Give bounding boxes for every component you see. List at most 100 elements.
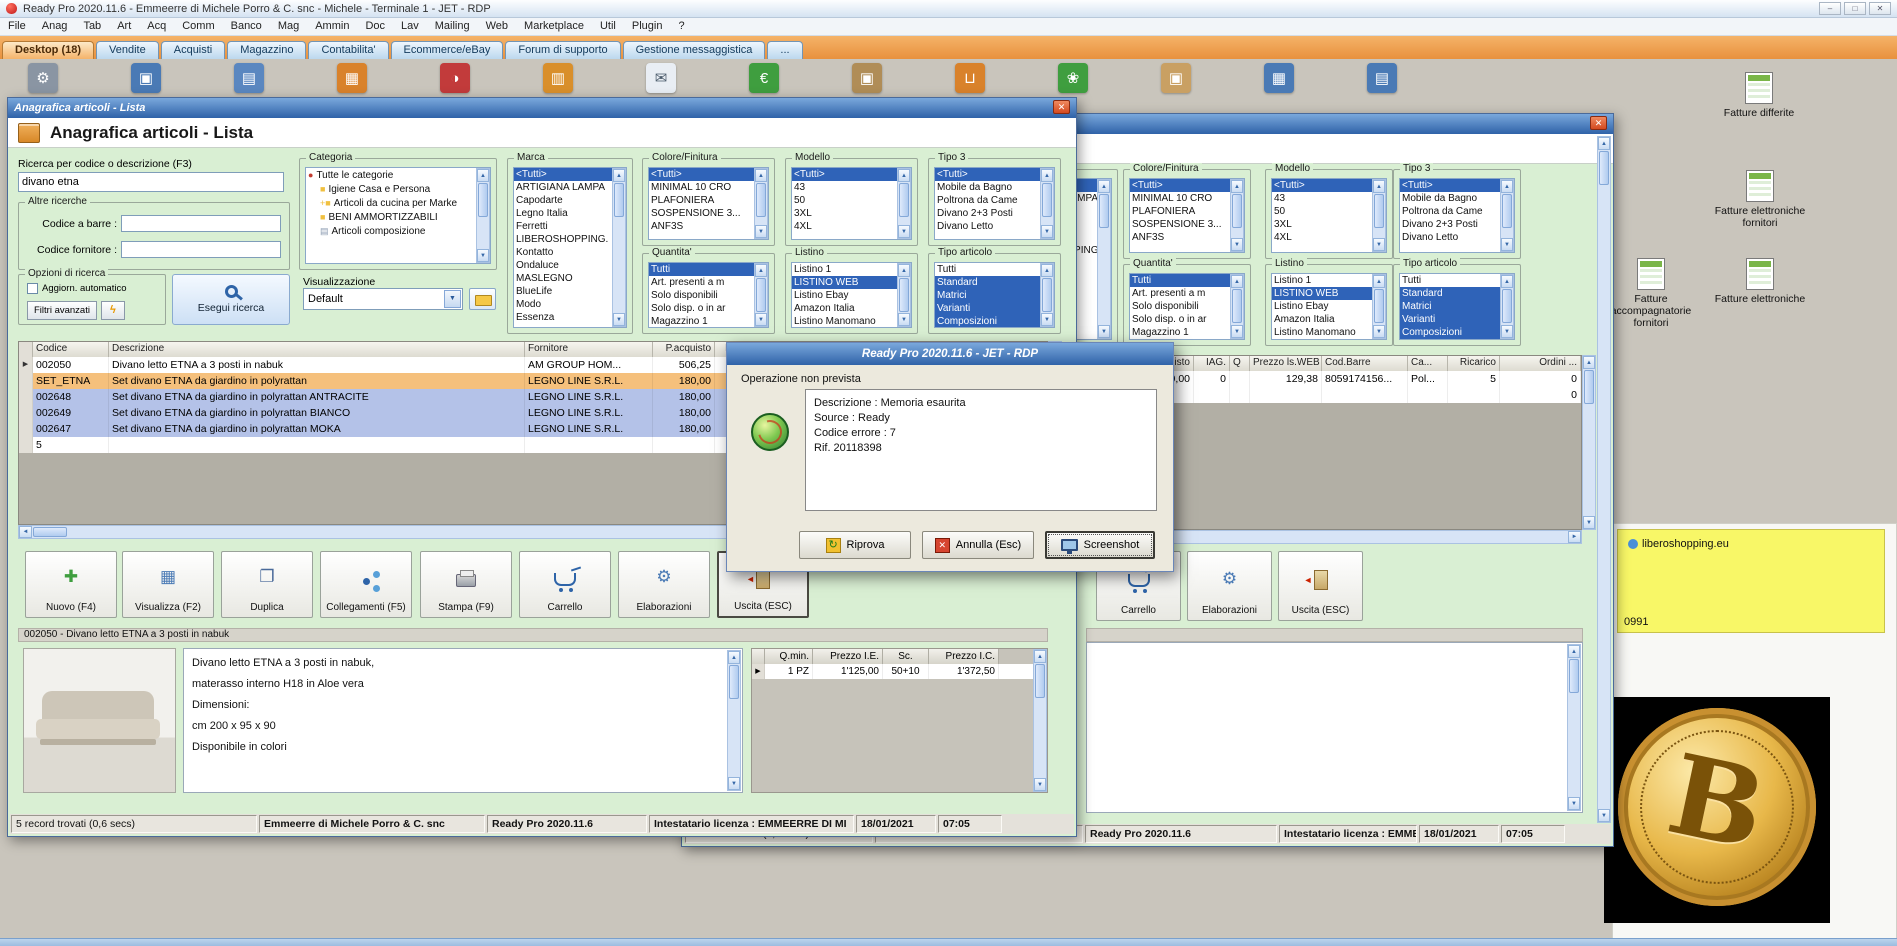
list-item[interactable]: Doc bbox=[357, 18, 393, 35]
marca-list[interactable]: <Tutti> ARTIGIANA LAMPA Capodarte Legno Ita… bbox=[513, 167, 627, 328]
list-item[interactable]: +■ Articoli da cucina per Marke bbox=[306, 196, 476, 210]
collegamenti-button[interactable]: Collegamenti (F5) bbox=[320, 551, 412, 618]
scroll-arrow-end[interactable]: ▼ bbox=[613, 313, 625, 326]
quantita-list[interactable]: Tutti Art. presenti a m Solo disponibili So… bbox=[1129, 273, 1245, 340]
list-item[interactable]: Listino Ebay bbox=[1272, 300, 1372, 313]
cart-icon[interactable]: ⊔ bbox=[955, 63, 985, 93]
list-item[interactable]: Listino Manomano bbox=[792, 315, 897, 327]
scroll-arrow-end[interactable]: ▼ bbox=[898, 225, 910, 238]
list-item[interactable]: Tab bbox=[75, 18, 109, 35]
list-item[interactable]: Standard bbox=[935, 276, 1040, 289]
list-item[interactable]: SOSPENSIONE 3... bbox=[649, 207, 754, 220]
elaborazioni-button[interactable]: ⚙ Elaborazioni bbox=[618, 551, 710, 618]
list-item[interactable]: Gestione messaggistica bbox=[622, 41, 766, 59]
tipo3-list[interactable]: <Tutti> Mobile da Bagno Poltrona da Came Di… bbox=[1399, 178, 1515, 253]
list-item[interactable]: Poltrona da Came bbox=[1400, 205, 1500, 218]
list-item[interactable]: PLAFONIERA bbox=[649, 194, 754, 207]
scrollbar[interactable]: ▲ ▼ bbox=[1230, 274, 1244, 339]
list-item[interactable]: Essenza bbox=[514, 311, 612, 324]
workstation-icon[interactable]: ▤ bbox=[234, 63, 264, 93]
list-item[interactable]: Varianti bbox=[1400, 313, 1500, 326]
supplier-code-input[interactable] bbox=[121, 241, 281, 258]
list-item[interactable]: <Tutti> bbox=[1272, 179, 1372, 192]
list-item[interactable]: Comm bbox=[174, 18, 222, 35]
scrollbar[interactable]: ▲ ▼ bbox=[1097, 179, 1111, 339]
tipo-articolo-list[interactable]: Tutti Standard Matrici Varianti Composizioni bbox=[934, 262, 1055, 328]
elaborazioni-button[interactable]: ⚙ Elaborazioni bbox=[1187, 551, 1272, 621]
list-item[interactable]: Composizioni bbox=[935, 315, 1040, 327]
scroll-track[interactable] bbox=[1231, 229, 1243, 238]
sticky-note[interactable]: liberoshopping.eu 0991 bbox=[1617, 529, 1885, 633]
list-item[interactable]: Vendite bbox=[96, 41, 159, 59]
scrollbar[interactable]: ▲ ▼ bbox=[612, 168, 626, 327]
list-item[interactable]: SOSPENSIONE 3... bbox=[1130, 218, 1230, 231]
mail-icon[interactable]: ✉ bbox=[646, 63, 676, 93]
scroll-thumb[interactable] bbox=[1232, 194, 1242, 228]
chevron-down-icon[interactable]: ▼ bbox=[444, 290, 461, 308]
list-item[interactable]: 43 bbox=[792, 181, 897, 194]
duplica-button[interactable]: ❐ Duplica bbox=[221, 551, 313, 618]
scroll-arrow-end[interactable]: ▼ bbox=[898, 313, 910, 326]
lightning-icon[interactable]: ϟ bbox=[100, 301, 125, 320]
list-item[interactable]: PLAFONIERA bbox=[1130, 205, 1230, 218]
settings-icon[interactable]: ⚙ bbox=[28, 63, 58, 93]
scroll-arrow-start[interactable]: ▲ bbox=[1373, 180, 1385, 193]
list-item[interactable]: Forum di supporto bbox=[505, 41, 621, 59]
list-item[interactable]: Ferretti bbox=[514, 220, 612, 233]
scroll-arrow-start[interactable]: ◄ bbox=[19, 526, 32, 538]
colore-list[interactable]: <Tutti> MINIMAL 10 CRO PLAFONIERA SOSPENSIO… bbox=[1129, 178, 1245, 253]
scroll-arrow-start[interactable]: ▲ bbox=[1373, 275, 1385, 288]
list-item[interactable]: Standard bbox=[1400, 287, 1500, 300]
scrollbar[interactable]: ▲ ▼ bbox=[727, 650, 741, 791]
list-item[interactable]: Tutti bbox=[1130, 274, 1230, 287]
filtri-avanzati-button[interactable]: Filtri avanzati bbox=[27, 301, 97, 320]
table-row[interactable]: ▶ 1 PZ 1'125,00 50+10 1'372,50 bbox=[752, 664, 1047, 679]
list-item[interactable]: ... bbox=[767, 41, 803, 59]
list-item[interactable]: ANF3S bbox=[1130, 231, 1230, 244]
list-item[interactable]: Banco bbox=[223, 18, 270, 35]
list-item[interactable]: Marketplace bbox=[516, 18, 592, 35]
scroll-arrow-end[interactable]: ▼ bbox=[1034, 778, 1046, 791]
scroll-arrow-start[interactable]: ▲ bbox=[1041, 264, 1053, 277]
list-item[interactable]: Matrici bbox=[1400, 300, 1500, 313]
list-item[interactable]: Lav bbox=[393, 18, 427, 35]
scrollbar[interactable]: ▲ ▼ bbox=[754, 263, 768, 327]
scrollbar[interactable]: ▲ ▼ bbox=[1372, 179, 1386, 252]
scroll-arrow-end[interactable]: ▼ bbox=[1501, 325, 1513, 338]
list-item[interactable]: Matrici bbox=[935, 289, 1040, 302]
carrello-button[interactable]: Carrello bbox=[519, 551, 611, 618]
list-item[interactable]: Divano Letto bbox=[1400, 231, 1500, 244]
scroll-arrow-start[interactable]: ▲ bbox=[1598, 137, 1610, 150]
table-row[interactable]: Q.min. Prezzo I.E. Sc. Prezzo I.C. bbox=[752, 649, 1047, 664]
scroll-arrow-end[interactable]: ▼ bbox=[1373, 238, 1385, 251]
list-item[interactable]: Solo disponibili bbox=[649, 289, 754, 302]
list-item[interactable]: BlueLife bbox=[514, 285, 612, 298]
maximize-button[interactable]: □ bbox=[1844, 2, 1866, 15]
documents-icon[interactable]: ▥ bbox=[543, 63, 573, 93]
scrollbar[interactable]: ▲ ▼ bbox=[1567, 644, 1581, 811]
categoria-tree[interactable]: ● Tutte le categorie ■ Igiene Casa e Person… bbox=[305, 167, 491, 264]
scroll-arrow-end[interactable]: ▼ bbox=[1501, 238, 1513, 251]
scroll-track[interactable] bbox=[1501, 229, 1513, 238]
scrollbar[interactable]: ▲ ▼ bbox=[476, 168, 490, 263]
list-item[interactable]: 3XL bbox=[1272, 218, 1372, 231]
list-item[interactable]: Anag bbox=[34, 18, 76, 35]
nuovo-button[interactable]: ✚ Nuovo (F4) bbox=[25, 551, 117, 618]
list-item[interactable]: ANF3S bbox=[649, 220, 754, 233]
list-item[interactable]: MASLEGNO bbox=[514, 272, 612, 285]
scroll-thumb[interactable] bbox=[756, 183, 766, 217]
scroll-track[interactable] bbox=[728, 700, 740, 777]
scroll-track[interactable] bbox=[477, 218, 489, 249]
scroll-arrow-end[interactable]: ▼ bbox=[755, 225, 767, 238]
list-item[interactable]: 4XL bbox=[792, 220, 897, 233]
list-item[interactable]: Magazzino bbox=[227, 41, 307, 59]
scroll-thumb[interactable] bbox=[1232, 289, 1242, 323]
scroll-arrow-start[interactable]: ▲ bbox=[755, 169, 767, 182]
scrollbar[interactable]: ▲ ▼ bbox=[897, 263, 911, 327]
list-item[interactable]: Acq bbox=[139, 18, 174, 35]
list-item[interactable]: Magazzino 1 bbox=[649, 315, 754, 327]
grid-icon[interactable]: ▤ bbox=[1367, 63, 1397, 93]
scroll-thumb[interactable] bbox=[1042, 278, 1052, 312]
scroll-arrow-start[interactable]: ▲ bbox=[1034, 650, 1046, 663]
scroll-thumb[interactable] bbox=[756, 278, 766, 312]
